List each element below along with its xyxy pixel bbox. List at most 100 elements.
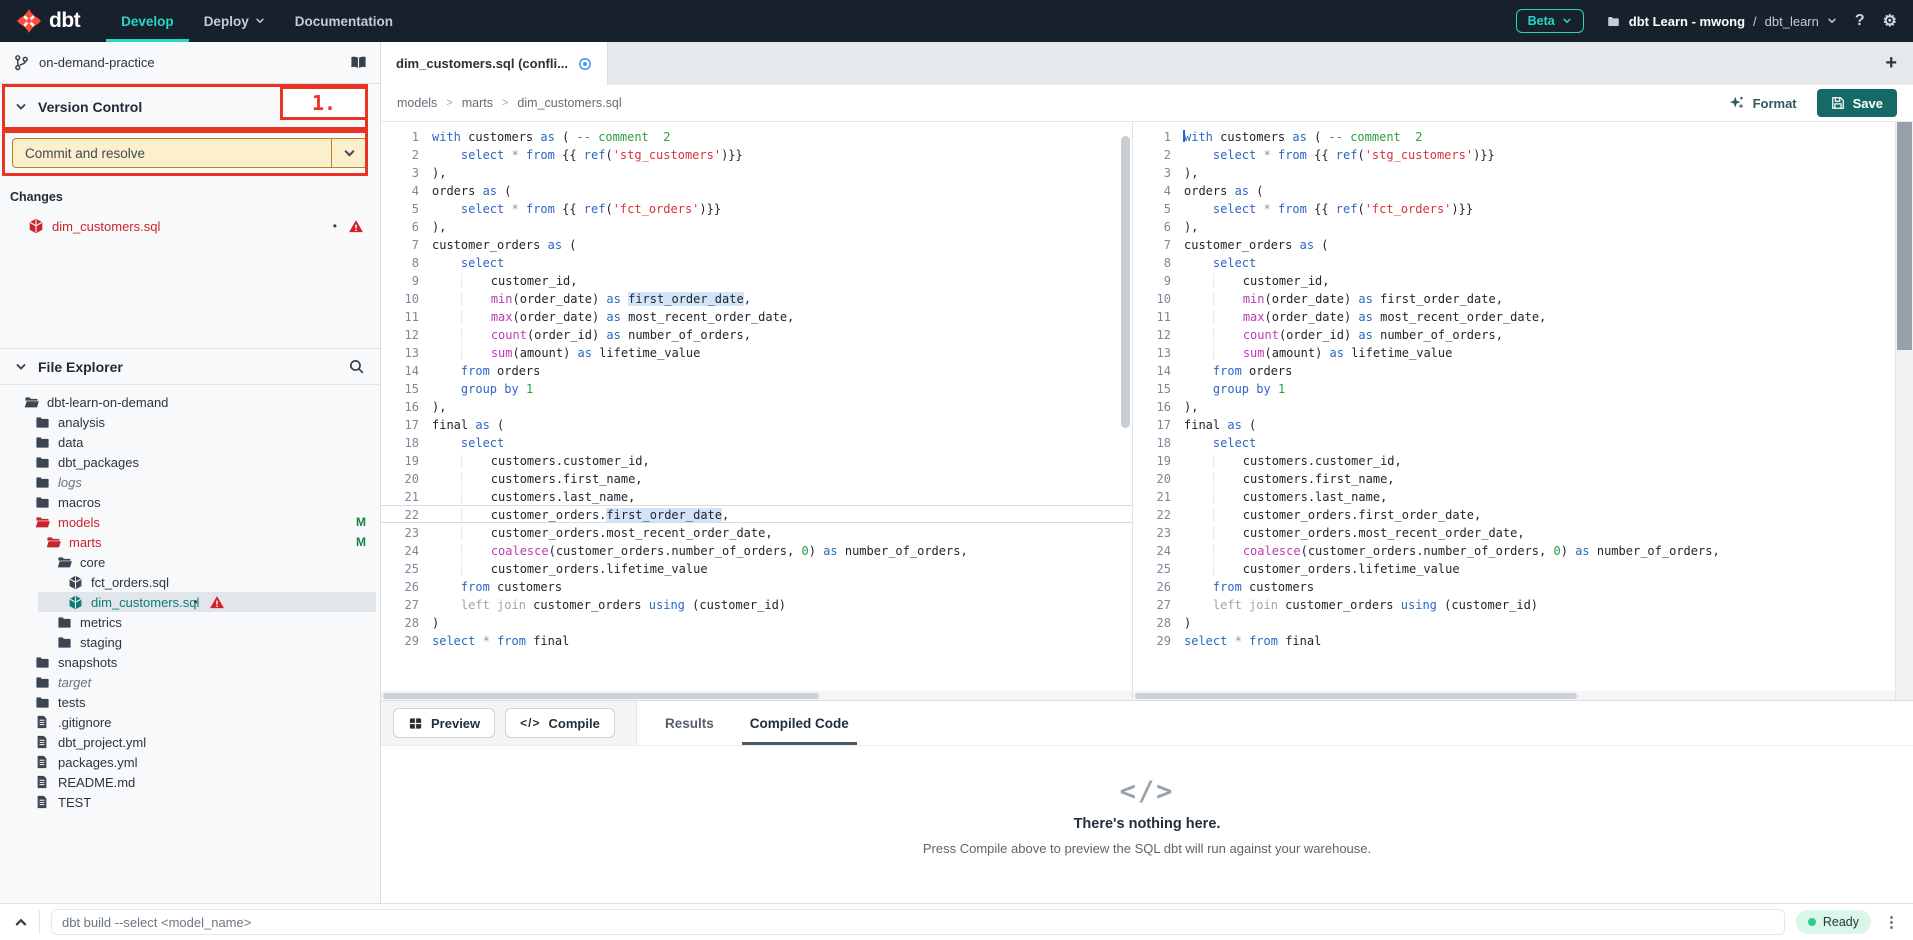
code-line[interactable]: 28) [381,613,1132,631]
code-line[interactable]: 20 customers.first_name, [1133,469,1895,487]
code-line[interactable]: 28) [1133,613,1895,631]
code-line[interactable]: 10 min(order_date) as first_order_date, [1133,289,1895,307]
account-switcher[interactable]: dbt Learn - mwong / dbt_learn [1606,14,1837,29]
kebab-menu-icon[interactable]: ⋮ [1884,913,1899,931]
overview-ruler[interactable] [1896,122,1913,700]
code-line[interactable]: 6), [1133,217,1895,235]
code-line[interactable]: 23 customer_orders.most_recent_order_dat… [1133,523,1895,541]
tree-item-metrics[interactable]: metrics [0,612,380,632]
code-line[interactable]: 13 sum(amount) as lifetime_value [381,343,1132,361]
version-control-header[interactable]: Version Control [0,84,380,130]
code-line[interactable]: 11 max(order_date) as most_recent_order_… [381,307,1132,325]
code-line[interactable]: 3), [381,163,1132,181]
left-pane-scrollbar[interactable] [1121,136,1130,428]
code-line[interactable]: 29select * from final [1133,631,1895,649]
breadcrumb-file[interactable]: dim_customers.sql [517,96,621,110]
left-pane-hscrollbar[interactable] [381,691,1132,700]
tree-item-TEST[interactable]: TEST [0,792,380,812]
code-line[interactable]: 21 customers.last_name, [1133,487,1895,505]
code-line[interactable]: 9 customer_id, [381,271,1132,289]
code-line[interactable]: 8 select [1133,253,1895,271]
code-line[interactable]: 12 count(order_id) as number_of_orders, [381,325,1132,343]
code-line[interactable]: 16), [1133,397,1895,415]
code-line[interactable]: 5 select * from {{ ref('fct_orders')}} [381,199,1132,217]
tree-item-dbt-learn-on-demand[interactable]: dbt-learn-on-demand [0,392,380,412]
gear-icon[interactable]: ⚙ [1883,11,1897,31]
code-line[interactable]: 26 from customers [1133,577,1895,595]
preview-button[interactable]: Preview [393,708,495,738]
tree-item-fct_orders.sql[interactable]: fct_orders.sql [0,572,380,592]
right-pane-hscrollbar[interactable] [1133,691,1895,700]
code-line[interactable]: 27 left join customer_orders using (cust… [1133,595,1895,613]
unsaved-indicator-icon[interactable] [578,57,592,71]
help-icon[interactable]: ? [1855,12,1865,30]
tree-item-marts[interactable]: martsM [0,532,380,552]
code-line[interactable]: 25 customer_orders.lifetime_value [1133,559,1895,577]
code-line[interactable]: 2 select * from {{ ref('stg_customers')}… [381,145,1132,163]
status-badge[interactable]: Ready [1796,910,1871,934]
code-line[interactable]: 7customer_orders as ( [381,235,1132,253]
tree-item-staging[interactable]: staging [0,632,380,652]
new-tab-button[interactable]: + [1885,52,1897,75]
tree-item-dbt_packages[interactable]: dbt_packages [0,452,380,472]
tree-item-.gitignore[interactable]: .gitignore [0,712,380,732]
book-icon[interactable] [350,54,367,71]
code-line[interactable]: 4orders as ( [381,181,1132,199]
code-line[interactable]: 9 customer_id, [1133,271,1895,289]
tab-compiled-code[interactable]: Compiled Code [750,701,849,745]
tree-item-core[interactable]: core [0,552,380,572]
code-line[interactable]: 11 max(order_date) as most_recent_order_… [1133,307,1895,325]
dbt-logo[interactable]: dbt [16,8,80,34]
beta-button[interactable]: Beta [1516,9,1584,33]
breadcrumb-models[interactable]: models [397,96,437,110]
branch-row[interactable]: on-demand-practice [0,42,380,84]
code-line[interactable]: 6), [381,217,1132,235]
nav-deploy[interactable]: Deploy [189,0,280,42]
search-icon[interactable] [348,358,365,375]
tree-item-models[interactable]: modelsM [0,512,380,532]
code-line[interactable]: 19 customers.customer_id, [1133,451,1895,469]
tree-item-analysis[interactable]: analysis [0,412,380,432]
tree-item-snapshots[interactable]: snapshots [0,652,380,672]
editor-pane-left[interactable]: 1with customers as ( -- comment 22 selec… [381,122,1133,700]
code-line[interactable]: 12 count(order_id) as number_of_orders, [1133,325,1895,343]
code-line[interactable]: 10 min(order_date) as first_order_date, [381,289,1132,307]
code-line[interactable]: 19 customers.customer_id, [381,451,1132,469]
code-line[interactable]: 2 select * from {{ ref('stg_customers')}… [1133,145,1895,163]
command-input[interactable] [51,909,1785,935]
code-line[interactable]: 23 customer_orders.most_recent_order_dat… [381,523,1132,541]
code-line[interactable]: 16), [381,397,1132,415]
tree-item-packages.yml[interactable]: packages.yml [0,752,380,772]
tree-item-macros[interactable]: macros [0,492,380,512]
code-line[interactable]: 22 customer_orders.first_order_date, [1133,505,1895,523]
code-line[interactable]: 20 customers.first_name, [381,469,1132,487]
nav-develop[interactable]: Develop [106,0,189,42]
tab-dim-customers[interactable]: dim_customers.sql (confli... [381,42,608,85]
code-line[interactable]: 25 customer_orders.lifetime_value [381,559,1132,577]
code-line[interactable]: 26 from customers [381,577,1132,595]
code-line[interactable]: 1with customers as ( -- comment 2 [381,127,1132,145]
commit-dropdown-caret[interactable] [331,139,367,167]
code-line[interactable]: 24 coalesce(customer_orders.number_of_or… [1133,541,1895,559]
code-line[interactable]: 18 select [381,433,1132,451]
tree-item-dim_customers.sql[interactable]: dim_customers.sql• [0,592,380,612]
hscroll-thumb[interactable] [383,693,819,699]
code-line[interactable]: 15 group by 1 [381,379,1132,397]
code-line[interactable]: 22 customer_orders.first_order_date, [381,505,1132,523]
code-line[interactable]: 21 customers.last_name, [381,487,1132,505]
code-line[interactable]: 13 sum(amount) as lifetime_value [1133,343,1895,361]
code-line[interactable]: 4orders as ( [1133,181,1895,199]
tree-item-logs[interactable]: logs [0,472,380,492]
chevron-up-icon[interactable] [14,915,28,929]
compile-button[interactable]: </> Compile [505,708,615,738]
code-line[interactable]: 24 coalesce(customer_orders.number_of_or… [381,541,1132,559]
tree-item-target[interactable]: target [0,672,380,692]
format-button[interactable]: Format [1729,95,1797,111]
code-line[interactable]: 17final as ( [381,415,1132,433]
tab-results[interactable]: Results [665,701,714,745]
hscroll-thumb[interactable] [1135,693,1577,699]
code-line[interactable]: 14 from orders [381,361,1132,379]
code-line[interactable]: 8 select [381,253,1132,271]
overview-ruler-thumb[interactable] [1897,122,1912,350]
commit-and-resolve-button[interactable]: Commit and resolve [12,138,368,168]
